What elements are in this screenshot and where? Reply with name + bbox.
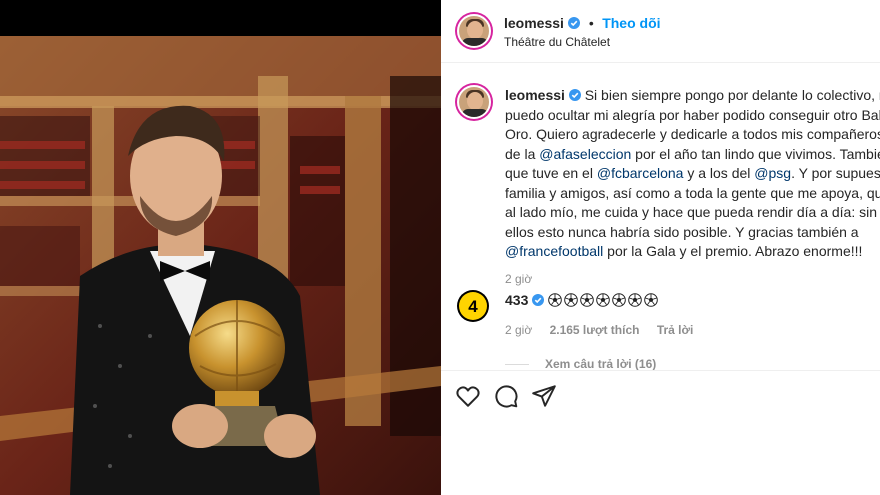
avatar-text: 4 (468, 297, 478, 316)
caption-text: y a los del (683, 165, 755, 181)
post-header: leomessi • Theo dõi Théâtre du Châtelet (441, 0, 880, 63)
caption-text: por la Gala y el premio. Abrazo enorme!!… (603, 243, 863, 259)
reply-button[interactable]: Trả lời (657, 323, 694, 337)
caption-line: ellos esto nunca habría sido posible. Y … (505, 223, 859, 240)
heart-icon[interactable] (455, 383, 481, 409)
view-replies-label[interactable]: Xem câu trả lời (16) (545, 357, 656, 371)
caption-line: puedo ocultar mi alegría por haber podid… (505, 106, 880, 123)
caption-line: familia y amigos, así como a toda la gen… (505, 184, 880, 201)
433-logo-icon: 4 (459, 292, 487, 320)
post-image (0, 36, 441, 495)
post-location[interactable]: Théâtre du Châtelet (504, 35, 610, 49)
comment-meta: 2 giờ 2.165 lượt thích Trả lời (505, 323, 693, 337)
soccer-ball-icon (596, 293, 610, 307)
soccer-ball-icon (564, 293, 578, 307)
comment-likes[interactable]: 2.165 lượt thích (550, 323, 640, 337)
soccer-ball-icon (612, 293, 626, 307)
follow-button[interactable]: Theo dõi (602, 15, 660, 31)
replies-divider (505, 364, 529, 366)
post-caption: leomessi Si bien siempre pongo por delan… (505, 86, 880, 289)
author-avatar[interactable] (457, 14, 491, 48)
caption-text: . Y por supuesto a (791, 165, 880, 181)
caption-text: de la (505, 145, 540, 162)
caption-time: 2 giờ (505, 271, 533, 286)
comment-time: 2 giờ (505, 323, 533, 337)
mention-link[interactable]: @francefootball (505, 243, 603, 259)
post-photo[interactable] (0, 0, 441, 495)
post-actions (441, 370, 880, 495)
mention-link[interactable]: @psg (754, 165, 791, 181)
commenter-avatar[interactable]: 4 (457, 290, 489, 322)
soccer-ball-icon (580, 293, 594, 307)
comment-icon[interactable] (493, 383, 519, 409)
soccer-ball-icon (548, 293, 562, 307)
caption-line: al lado mío, me cuida y hace que pueda r… (505, 204, 880, 220)
separator-dot: • (588, 15, 594, 31)
soccer-ball-icon (644, 293, 658, 307)
share-icon[interactable] (531, 383, 557, 409)
caption-avatar[interactable] (457, 85, 491, 119)
caption-username[interactable]: leomessi (505, 87, 565, 103)
view-replies[interactable]: Xem câu trả lời (16) (505, 357, 656, 371)
mention-link[interactable]: @fcbarcelona (597, 165, 684, 181)
caption-line: Si bien siempre pongo por delante lo col… (584, 87, 880, 103)
verified-icon (568, 89, 581, 101)
author-username[interactable]: leomessi (504, 15, 564, 31)
commenter-username[interactable]: 433 (505, 292, 528, 308)
comment-emoji-row (548, 292, 660, 308)
verified-icon (532, 294, 545, 306)
verified-icon (568, 17, 581, 29)
mention-link[interactable]: @afaseleccion (539, 146, 631, 162)
caption-text: por el año tan lindo que vivimos. Tambié… (631, 145, 880, 162)
post-panel: leomessi • Theo dõi Théâtre du Châtelet … (441, 0, 880, 495)
caption-text: que tuve en el (505, 165, 597, 181)
caption-line: Oro. Quiero agradecerle y dedicarle a to… (505, 126, 880, 142)
soccer-ball-icon (628, 293, 642, 307)
comment-body: 433 (505, 292, 660, 308)
